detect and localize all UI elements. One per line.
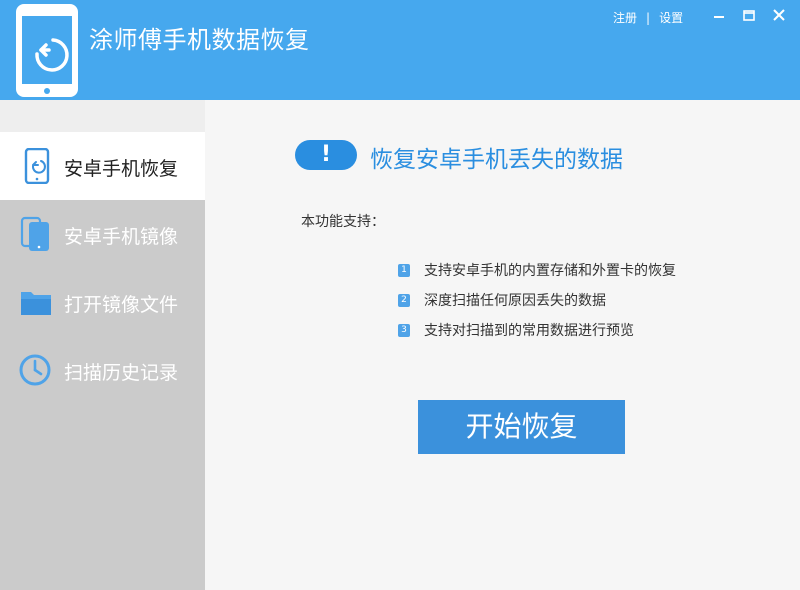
feature-text: 支持对扫描到的常用数据进行预览: [424, 323, 634, 339]
feature-item: 3 支持对扫描到的常用数据进行预览: [398, 321, 634, 339]
feature-item: 1 支持安卓手机的内置存储和外置卡的恢复: [398, 261, 676, 279]
sidebar-item-open-image-file[interactable]: 打开镜像文件: [0, 268, 205, 336]
support-label: 本功能支持：: [301, 214, 385, 230]
top-links: 注册 | 设置: [613, 9, 683, 26]
close-icon[interactable]: [769, 5, 789, 25]
feature-number-badge: 2: [398, 293, 410, 307]
sidebar-top-strip: [0, 100, 205, 132]
section-title: 恢复安卓手机丢失的数据: [370, 147, 623, 173]
feature-text: 深度扫描任何原因丢失的数据: [424, 293, 606, 309]
sidebar-item-label: 安卓手机镜像: [64, 226, 179, 248]
feature-number-badge: 1: [398, 263, 410, 277]
settings-link[interactable]: 设置: [659, 9, 683, 26]
sidebar-item-android-restore[interactable]: 安卓手机恢复: [0, 132, 205, 200]
title-bar: 涂师傅手机数据恢复 注册 | 设置: [0, 0, 800, 100]
exclamation-icon: !: [320, 142, 332, 167]
feature-item: 2 深度扫描任何原因丢失的数据: [398, 291, 606, 309]
sidebar-item-label: 打开镜像文件: [64, 294, 179, 316]
phone-restore-icon: [24, 148, 50, 184]
app-title: 涂师傅手机数据恢复: [89, 26, 310, 54]
start-recovery-button[interactable]: 开始恢复: [418, 400, 625, 454]
sidebar-item-scan-history[interactable]: 扫描历史记录: [0, 336, 205, 404]
link-separator: |: [646, 10, 651, 25]
minimize-icon[interactable]: [709, 5, 729, 25]
feature-number-badge: 3: [398, 323, 410, 337]
sidebar-item-label: 安卓手机恢复: [64, 158, 179, 180]
sidebar: 安卓手机恢复 安卓手机镜像 打开镜像文件 扫描历史记录: [0, 100, 205, 590]
phone-mirror-icon: [20, 216, 49, 251]
sidebar-item-android-mirror[interactable]: 安卓手机镜像: [0, 200, 205, 268]
restore-icon[interactable]: [739, 5, 759, 25]
info-badge: !: [295, 140, 357, 170]
feature-text: 支持安卓手机的内置存储和外置卡的恢复: [424, 263, 676, 279]
sidebar-item-label: 扫描历史记录: [64, 362, 179, 384]
register-link[interactable]: 注册: [613, 9, 637, 26]
app-logo-phone-icon: [16, 4, 78, 97]
folder-icon: [21, 292, 51, 315]
main-panel: ! 恢复安卓手机丢失的数据 本功能支持： 1 支持安卓手机的内置存储和外置卡的恢…: [205, 100, 800, 590]
clock-icon: [19, 354, 51, 386]
